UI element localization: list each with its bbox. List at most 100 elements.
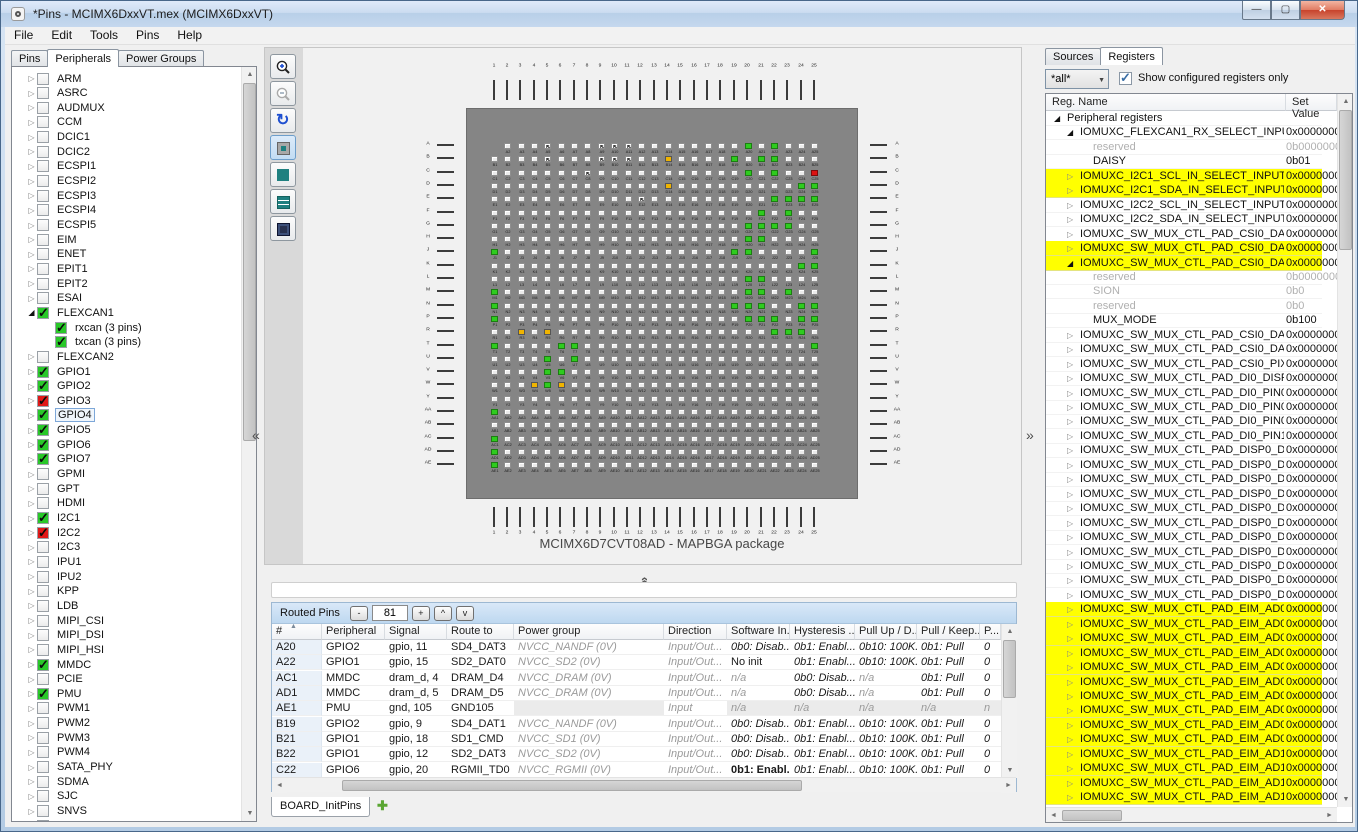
routed-pin-cell[interactable]: n (980, 701, 1001, 716)
bga-pin[interactable]: J12 (635, 249, 648, 262)
tree-item-flexcan1[interactable]: ◢FLEXCAN1 (12, 305, 238, 320)
bga-pin[interactable]: C7 (568, 170, 581, 183)
bga-pin[interactable]: AE18 (715, 462, 728, 475)
tree-item-gpio2[interactable]: ▷GPIO2 (12, 379, 238, 394)
routed-pin-cell[interactable]: C22 (272, 763, 322, 778)
chip-view-button[interactable] (270, 216, 296, 241)
bga-pin[interactable]: AD21 (755, 449, 768, 462)
bga-pin[interactable]: AB23 (782, 422, 795, 435)
tree-item-ldb[interactable]: ▷LDB (12, 598, 238, 613)
tree-item-spdif[interactable]: ▷SPDIF (12, 818, 238, 822)
expander-icon[interactable]: ▷ (1067, 692, 1073, 701)
expander-icon[interactable]: ▷ (1067, 490, 1073, 499)
routed-pin-cell[interactable]: n/a (727, 671, 790, 686)
peripheral-checkbox[interactable] (37, 204, 49, 216)
bga-pin[interactable]: W15 (675, 382, 688, 395)
bga-pin[interactable]: E5 (541, 196, 554, 209)
bga-pin[interactable]: A8 (581, 143, 594, 156)
bga-pin[interactable]: E10 (608, 196, 621, 209)
menu-item-file[interactable]: File (5, 27, 42, 44)
routed-pin-cell[interactable]: n/a (855, 686, 917, 701)
routed-pin-cell[interactable]: 0b1: Enabl... (790, 655, 855, 670)
bga-pin[interactable]: J8 (581, 249, 594, 262)
bga-pin[interactable]: AC5 (541, 436, 554, 449)
expander-icon[interactable]: ▷ (1067, 172, 1073, 181)
peripheral-checkbox[interactable] (37, 73, 49, 85)
bga-pin[interactable]: A12 (635, 143, 648, 156)
bga-pin[interactable]: N23 (782, 303, 795, 316)
bga-pin[interactable]: AD1 (488, 449, 501, 462)
bga-pin[interactable]: Y11 (622, 396, 635, 409)
bga-pin[interactable]: J24 (795, 249, 808, 262)
bga-pin[interactable]: R23 (782, 329, 795, 342)
routed-pin-cell[interactable]: Input (664, 701, 727, 716)
bga-pin[interactable]: AC12 (635, 436, 648, 449)
tree-item-gpt[interactable]: ▷GPT (12, 481, 238, 496)
bga-pin[interactable]: F5 (541, 210, 554, 223)
bga-pin[interactable]: D17 (702, 183, 715, 196)
maximize-button[interactable]: ▢ (1271, 1, 1300, 20)
bga-pin[interactable]: AA4 (528, 409, 541, 422)
expander-icon[interactable]: ▷ (26, 601, 37, 610)
bga-pin[interactable]: E6 (555, 196, 568, 209)
bga-pin[interactable]: C6 (555, 170, 568, 183)
bga-pin[interactable]: L6 (555, 276, 568, 289)
tree-item-mipi_dsi[interactable]: ▷MIPI_DSI (12, 628, 238, 643)
bga-pin[interactable]: K19 (728, 263, 741, 276)
scroll-right-arrow[interactable]: ► (1322, 808, 1337, 823)
peripheral-checkbox[interactable] (37, 717, 49, 729)
bga-pin[interactable]: C10 (608, 170, 621, 183)
expander-icon[interactable]: ▷ (26, 89, 37, 98)
bga-pin[interactable]: AD10 (608, 449, 621, 462)
register-row[interactable]: ▷IOMUXC_SW_MUX_CTL_PAD_DISP0_DATA020x000… (1046, 472, 1322, 487)
bga-pin[interactable]: W4 (528, 382, 541, 395)
bga-pin[interactable]: AB9 (595, 422, 608, 435)
scroll-thumb[interactable] (243, 83, 256, 441)
bga-pin[interactable]: E7 (568, 196, 581, 209)
bga-pin[interactable]: AD25 (808, 449, 821, 462)
expander-icon[interactable]: ◢ (1067, 259, 1073, 268)
peripheral-checkbox[interactable] (37, 87, 49, 99)
scroll-down-arrow[interactable]: ▼ (1002, 763, 1018, 778)
tree-item-gpmi[interactable]: ▷GPMI (12, 467, 238, 482)
bga-pin[interactable]: V20 (742, 369, 755, 382)
bga-pin[interactable]: H22 (768, 236, 781, 249)
routed-pin-cell[interactable]: B22 (272, 747, 322, 762)
expander-icon[interactable]: ▷ (26, 557, 37, 566)
peripheral-checkbox[interactable] (37, 453, 49, 465)
tree-vertical-scrollbar[interactable]: ▲ ▼ (241, 67, 257, 821)
bga-pin[interactable]: A24 (795, 143, 808, 156)
bga-pin[interactable]: F22 (768, 210, 781, 223)
tree-item-gpio7[interactable]: ▷GPIO7 (12, 452, 238, 467)
bga-pin[interactable]: V24 (795, 369, 808, 382)
bga-pin[interactable]: W19 (728, 382, 741, 395)
register-row[interactable]: ◢IOMUXC_FLEXCAN1_RX_SELECT_INPUT0x000000… (1046, 125, 1322, 140)
bga-pin[interactable]: T8 (581, 343, 594, 356)
bga-pin[interactable]: A25 (808, 143, 821, 156)
bga-pin[interactable]: N25 (808, 303, 821, 316)
routed-pin-cell[interactable]: n/a (855, 701, 917, 716)
bga-pin[interactable]: D9 (595, 183, 608, 196)
bga-pin[interactable]: M23 (782, 289, 795, 302)
bga-pin[interactable]: C3 (515, 170, 528, 183)
bga-pin[interactable]: V4 (528, 369, 541, 382)
bga-pin[interactable]: AD9 (595, 449, 608, 462)
bga-pin[interactable]: L14 (662, 276, 675, 289)
expander-icon[interactable]: ▷ (26, 528, 37, 537)
menu-item-tools[interactable]: Tools (81, 27, 127, 44)
bga-pin[interactable]: J25 (808, 249, 821, 262)
expander-icon[interactable]: ▷ (1067, 735, 1073, 744)
bga-pin[interactable]: AC21 (755, 436, 768, 449)
peripheral-checkbox[interactable] (37, 160, 49, 172)
peripheral-checkbox[interactable] (37, 278, 49, 290)
routed-pin-cell[interactable]: 0b1: Pull (917, 640, 980, 655)
register-row[interactable]: ▷IOMUXC_SW_MUX_CTL_PAD_DISP0_DATA010x000… (1046, 458, 1322, 473)
register-row[interactable]: ▷IOMUXC_SW_MUX_CTL_PAD_EIM_AD020x0000000… (1046, 631, 1322, 646)
bga-pin[interactable]: Y24 (795, 396, 808, 409)
routed-pin-cell[interactable]: 0b10: 100K... (855, 747, 917, 762)
bga-pin[interactable]: E17 (702, 196, 715, 209)
peripheral-checkbox[interactable] (37, 629, 49, 641)
tree-item-gpio5[interactable]: ▷GPIO5 (12, 423, 238, 438)
bga-pin[interactable]: R11 (622, 329, 635, 342)
move-down-button[interactable]: v (456, 606, 474, 621)
